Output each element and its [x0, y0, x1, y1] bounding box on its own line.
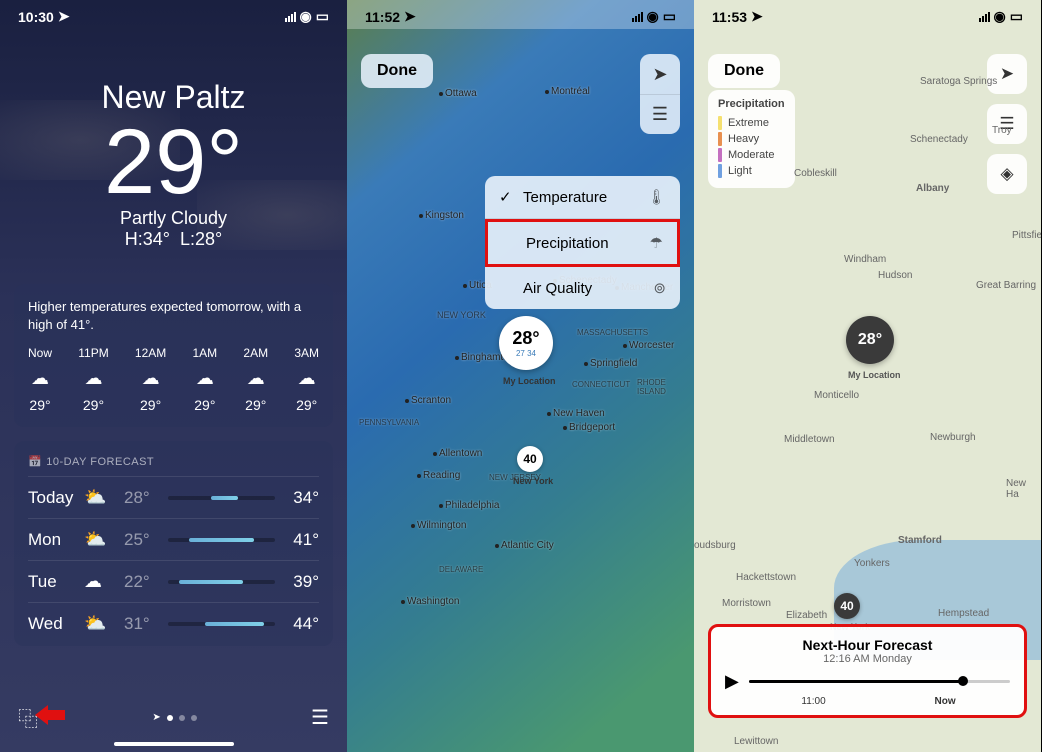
partly-sunny-icon: ⛅ [84, 529, 124, 550]
current-temp: 29° [0, 116, 347, 208]
condition: Partly Cloudy [0, 208, 347, 229]
my-location-label: My Location [848, 370, 901, 380]
timeline-subtitle: 12:16 AM Monday [725, 653, 1010, 665]
new-york-pin[interactable]: 40 [834, 593, 860, 619]
umbrella-icon: ☂ [650, 234, 663, 252]
hour-item: 1AM☁29° [193, 346, 218, 413]
location-arrow-icon: ➤ [652, 64, 667, 85]
partly-cloudy-night-icon: ☁ [78, 368, 108, 389]
partly-sunny-icon: ⛅ [84, 613, 124, 634]
partly-cloudy-night-icon: ☁ [135, 368, 166, 389]
location-arrow-icon: ➤ [58, 8, 70, 25]
location-arrow-icon: ➤ [404, 8, 416, 25]
hour-item: 3AM☁29° [294, 346, 319, 413]
new-york-label: New York [513, 476, 553, 486]
callout-arrow-icon [30, 700, 70, 730]
summary-text: Higher temperatures expected tomorrow, w… [28, 298, 319, 334]
day-row[interactable]: Wed⛅31°44° [28, 602, 319, 644]
timeline-labels: 11:00Now [725, 696, 1010, 707]
cellular-icon [285, 12, 296, 22]
precipitation-map-screen: 11:53➤ ◉▭ Done Precipitation Extreme Hea… [694, 0, 1041, 752]
status-time: 11:52 [365, 9, 400, 25]
list-button[interactable]: ☰ [987, 104, 1027, 144]
partly-cloudy-night-icon: ☁ [28, 368, 52, 389]
precipitation-legend: Precipitation Extreme Heavy Moderate Lig… [708, 90, 795, 188]
day-row[interactable]: Tue☁22°39° [28, 560, 319, 602]
air-quality-icon: ⊚ [653, 279, 666, 297]
hourly-card[interactable]: Higher temperatures expected tomorrow, w… [14, 284, 333, 427]
cloudy-icon: ☁ [243, 368, 268, 389]
location-arrow-icon: ➤ [152, 712, 160, 723]
weather-screen: 10:30➤ ◉ ▭ New Paltz 29° Partly Cloudy H… [0, 0, 347, 752]
list-icon: ☰ [652, 104, 668, 125]
battery-icon: ▭ [663, 8, 676, 25]
hour-item: 12AM☁29° [135, 346, 166, 413]
layer-temperature[interactable]: ✓Temperature🌡 [485, 176, 680, 219]
done-button[interactable]: Done [361, 54, 433, 88]
next-hour-timeline[interactable]: Next-Hour Forecast 12:16 AM Monday ▶ 11:… [708, 624, 1027, 718]
temperature-map-screen: 11:52➤ ◉▭ Done ➤ ☰ Ottawa Montréal Kings… [347, 0, 694, 752]
cloudy-icon: ☁ [84, 571, 124, 592]
status-bar: 11:53➤ ◉▭ [694, 0, 1041, 29]
hour-item: Now☁29° [28, 346, 52, 413]
list-button[interactable]: ☰ [640, 94, 680, 134]
location-arrow-icon: ➤ [1000, 64, 1014, 84]
locate-button[interactable]: ➤ [640, 54, 680, 94]
day-row[interactable]: Today⛅28°34° [28, 476, 319, 518]
status-time: 11:53 [712, 9, 747, 25]
location-arrow-icon: ➤ [751, 8, 763, 25]
cloudy-icon: ☁ [294, 368, 319, 389]
cellular-icon [979, 12, 990, 22]
wifi-icon: ◉ [300, 8, 312, 25]
done-button[interactable]: Done [708, 54, 780, 88]
checkmark-icon: ✓ [499, 188, 517, 206]
layer-precipitation[interactable]: Precipitation☂ [485, 219, 680, 267]
calendar-icon: 📅 [28, 455, 42, 468]
wifi-icon: ◉ [994, 8, 1006, 25]
thermometer-icon: 🌡 [647, 188, 666, 206]
wifi-icon: ◉ [647, 8, 659, 25]
status-bar: 10:30➤ ◉ ▭ [0, 0, 347, 29]
partly-cloudy-night-icon: ☁ [193, 368, 218, 389]
day-row[interactable]: Mon⛅25°41° [28, 518, 319, 560]
cellular-icon [632, 12, 643, 22]
layers-icon: ◈ [1000, 164, 1013, 184]
page-dots[interactable]: ➤ [152, 712, 196, 723]
list-icon[interactable]: ☰ [311, 705, 329, 730]
layer-menu: ✓Temperature🌡 Precipitation☂ Air Quality… [485, 176, 680, 309]
my-location-pin[interactable]: 28° [846, 316, 894, 364]
battery-icon: ▭ [316, 8, 329, 25]
hi-lo: H:34° L:28° [0, 229, 347, 250]
status-bar: 11:52➤ ◉▭ [347, 0, 694, 29]
battery-icon: ▭ [1010, 8, 1023, 25]
hour-item: 11PM☁29° [78, 346, 108, 413]
partly-sunny-icon: ⛅ [84, 487, 124, 508]
timeline-slider[interactable] [749, 680, 1010, 683]
play-icon[interactable]: ▶ [725, 671, 739, 692]
timeline-title: Next-Hour Forecast [725, 637, 1010, 653]
hour-item: 2AM☁29° [243, 346, 268, 413]
status-time: 10:30 [18, 9, 54, 25]
new-york-pin[interactable]: 40 [517, 446, 543, 472]
my-location-label: My Location [503, 376, 556, 386]
home-indicator[interactable] [114, 742, 234, 746]
layer-air-quality[interactable]: Air Quality⊚ [485, 267, 680, 309]
tenday-header: 📅10-DAY FORECAST [28, 455, 319, 468]
locate-button[interactable]: ➤ [987, 54, 1027, 94]
my-location-pin[interactable]: 28°27 34 [499, 316, 553, 370]
layers-button[interactable]: ◈ [987, 154, 1027, 194]
tenday-card[interactable]: 📅10-DAY FORECAST Today⛅28°34° Mon⛅25°41°… [14, 441, 333, 646]
